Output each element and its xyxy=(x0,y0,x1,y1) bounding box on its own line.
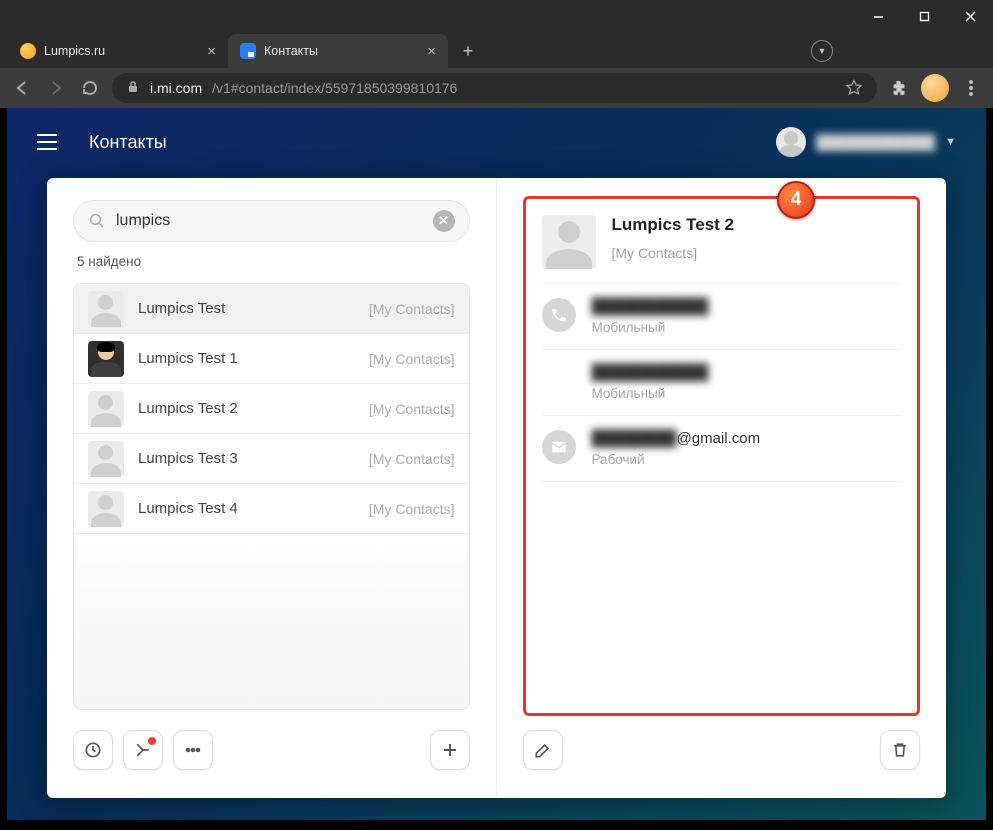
tab-close-icon[interactable]: × xyxy=(207,43,216,60)
window-close-button[interactable] xyxy=(947,0,993,32)
contact-row[interactable]: Lumpics Test [My Contacts] xyxy=(74,284,469,334)
delete-button[interactable] xyxy=(880,730,920,770)
email-value: ████████@gmail.com xyxy=(592,430,761,447)
page-title: Контакты xyxy=(89,132,167,153)
browser-tab-lumpics[interactable]: Lumpics.ru × xyxy=(8,34,228,68)
email-field: ████████@gmail.com Рабочий xyxy=(542,416,902,482)
edit-button[interactable] xyxy=(523,730,563,770)
tab-title: Контакты xyxy=(264,44,318,58)
reload-button[interactable] xyxy=(78,76,102,100)
contact-avatar-icon xyxy=(88,441,124,477)
contact-name: Lumpics Test 1 xyxy=(138,350,238,367)
phone-icon xyxy=(542,298,576,332)
phone-field: ███████████ Мобильный xyxy=(542,284,902,350)
window-titlebar xyxy=(0,0,993,32)
contact-avatar-icon xyxy=(88,491,124,527)
menu-icon[interactable] xyxy=(37,134,57,150)
contact-group: [My Contacts] xyxy=(369,351,455,367)
contact-avatar-icon xyxy=(88,341,124,377)
email-label: Рабочий xyxy=(592,452,761,467)
phone-value: ███████████ xyxy=(592,364,709,381)
contacts-card: ✕ 5 найдено Lumpics Test [My Contacts] L… xyxy=(47,178,946,798)
favicon-icon xyxy=(240,43,256,59)
contact-detail-panel: 4 Lumpics Test 2 [My Contacts] █████████… xyxy=(497,178,947,798)
contact-name: Lumpics Test 2 xyxy=(138,400,238,417)
url-host: i.mi.com xyxy=(150,80,202,96)
chevron-down-icon: ▼ xyxy=(945,136,956,148)
avatar-icon xyxy=(776,127,806,157)
mail-icon xyxy=(542,430,576,464)
contact-group: [My Contacts] xyxy=(369,501,455,517)
favicon-icon xyxy=(20,43,36,59)
phone-value: ███████████ xyxy=(592,298,709,315)
tab-options-button[interactable]: ▾ xyxy=(811,40,833,62)
app-header: Контакты ████████████ ▼ xyxy=(7,108,986,176)
profile-avatar[interactable] xyxy=(921,74,949,102)
url-path: /v1#contact/index/55971850399810176 xyxy=(212,80,457,96)
clear-search-icon[interactable]: ✕ xyxy=(433,210,455,232)
phone-label: Мобильный xyxy=(592,386,709,401)
contact-name: Lumpics Test 3 xyxy=(138,450,238,467)
contact-name: Lumpics Test xyxy=(138,300,225,317)
browser-tab-contacts[interactable]: Контакты × xyxy=(228,34,448,68)
history-button[interactable] xyxy=(73,730,113,770)
contact-avatar-icon xyxy=(88,391,124,427)
address-bar[interactable]: i.mi.com/v1#contact/index/55971850399810… xyxy=(112,73,877,103)
browser-menu-button[interactable] xyxy=(959,76,983,100)
extensions-button[interactable] xyxy=(887,76,911,100)
contact-row[interactable]: Lumpics Test 3 [My Contacts] xyxy=(74,434,469,484)
page-viewport: Контакты ████████████ ▼ ✕ 5 найдено Lump… xyxy=(7,108,986,820)
contact-avatar-icon xyxy=(542,215,596,269)
search-icon xyxy=(88,212,106,230)
tab-title: Lumpics.ru xyxy=(44,44,105,58)
window-minimize-button[interactable] xyxy=(855,0,901,32)
username-label: ████████████ xyxy=(816,134,935,150)
search-box[interactable]: ✕ xyxy=(73,200,470,242)
contact-row[interactable]: Lumpics Test 1 [My Contacts] xyxy=(74,334,469,384)
tab-close-icon[interactable]: × xyxy=(427,43,436,60)
contact-avatar-icon xyxy=(88,291,124,327)
spacer-icon xyxy=(542,364,576,398)
more-button[interactable] xyxy=(173,730,213,770)
user-menu[interactable]: ████████████ ▼ xyxy=(776,127,956,157)
merge-button[interactable] xyxy=(123,730,163,770)
forward-button[interactable] xyxy=(44,76,68,100)
detail-name: Lumpics Test 2 xyxy=(612,215,735,235)
phone-field: ███████████ Мобильный xyxy=(542,350,902,416)
contact-group: [My Contacts] xyxy=(369,301,455,317)
contacts-list: Lumpics Test [My Contacts] Lumpics Test … xyxy=(73,283,470,710)
contact-row[interactable]: Lumpics Test 4 [My Contacts] xyxy=(74,484,469,534)
detail-toolbar xyxy=(523,724,921,776)
callout-highlight: 4 Lumpics Test 2 [My Contacts] █████████… xyxy=(523,196,921,716)
contact-group: [My Contacts] xyxy=(369,451,455,467)
window-maximize-button[interactable] xyxy=(901,0,947,32)
browser-tabstrip: Lumpics.ru × Контакты × + ▾ xyxy=(0,32,993,68)
contact-name: Lumpics Test 4 xyxy=(138,500,238,517)
detail-header: Lumpics Test 2 [My Contacts] xyxy=(542,211,902,284)
contact-group: [My Contacts] xyxy=(369,401,455,417)
back-button[interactable] xyxy=(10,76,34,100)
callout-badge: 4 xyxy=(777,181,815,219)
browser-toolbar: i.mi.com/v1#contact/index/55971850399810… xyxy=(0,68,993,108)
contact-row[interactable]: Lumpics Test 2 [My Contacts] xyxy=(74,384,469,434)
notification-dot-icon xyxy=(148,737,156,745)
detail-group: [My Contacts] xyxy=(612,245,735,261)
search-input[interactable] xyxy=(116,212,423,230)
phone-label: Мобильный xyxy=(592,320,709,335)
search-results-count: 5 найдено xyxy=(77,254,470,269)
list-toolbar xyxy=(73,724,470,776)
lock-icon xyxy=(126,80,140,97)
add-contact-button[interactable] xyxy=(430,730,470,770)
new-tab-button[interactable]: + xyxy=(454,37,482,65)
contacts-list-panel: ✕ 5 найдено Lumpics Test [My Contacts] L… xyxy=(47,178,497,798)
bookmark-icon[interactable] xyxy=(845,79,863,97)
